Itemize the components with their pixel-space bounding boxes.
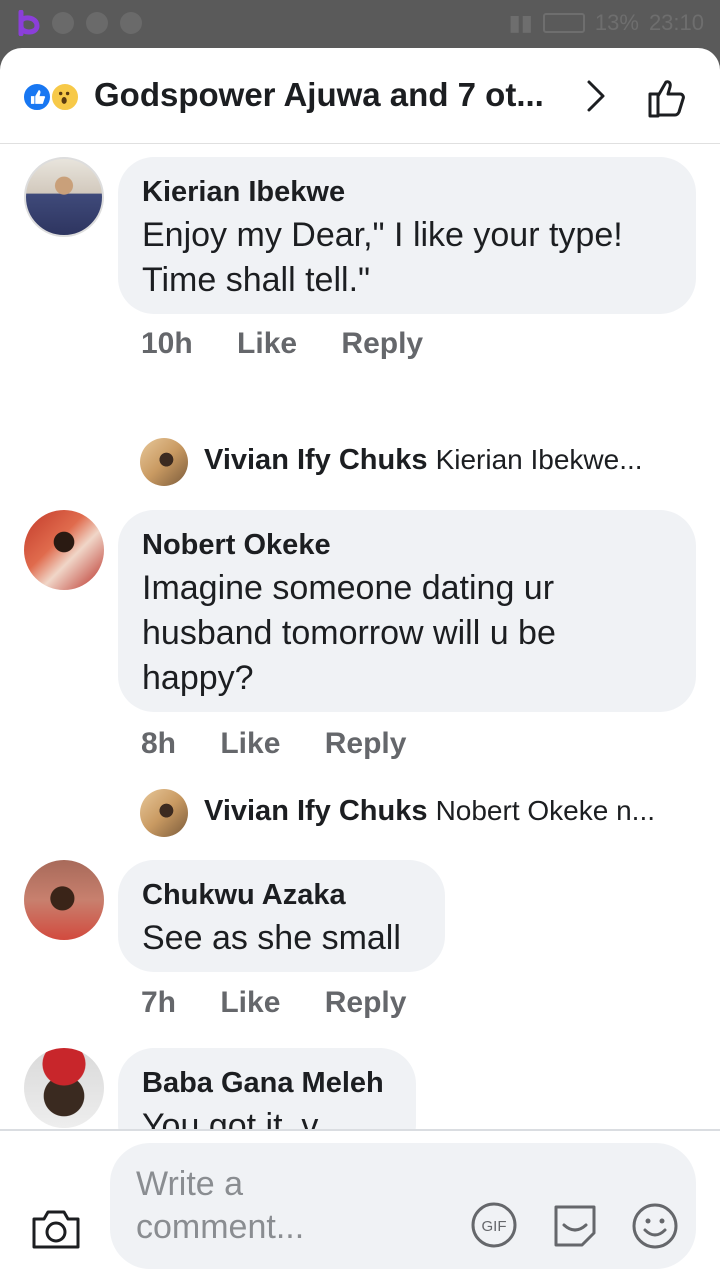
comment-author[interactable]: Chukwu Azaka	[142, 878, 421, 912]
notification-icons	[52, 12, 142, 34]
thumbs-up-icon[interactable]	[644, 74, 692, 122]
messenger-icon	[52, 12, 74, 34]
reply-preview[interactable]: Vivian Ify Chuks Nobert Okeke n...	[204, 795, 655, 828]
comments-sheet: Godspower Ajuwa and 7 ot... Kierian Ibek…	[0, 48, 720, 1280]
sheet-header: Godspower Ajuwa and 7 ot...	[0, 48, 720, 144]
comment-time: 7h	[141, 986, 177, 1019]
emoji-icon[interactable]	[630, 1201, 680, 1251]
reply-text: Nobert Okeke n...	[435, 795, 655, 826]
app-logo-icon	[18, 10, 40, 36]
avatar[interactable]	[24, 1048, 104, 1128]
avatar[interactable]	[24, 510, 104, 590]
comment-author[interactable]: Kierian Ibekwe	[142, 175, 672, 209]
comment-text: You got it ,v	[142, 1107, 319, 1129]
reply-link[interactable]: Reply	[325, 727, 407, 760]
like-link[interactable]: Like	[237, 327, 297, 360]
reply-avatar[interactable]	[140, 789, 188, 837]
like-reaction-icon	[22, 82, 52, 112]
reply-link[interactable]: Reply	[341, 327, 423, 360]
comment-bubble[interactable]: Chukwu Azaka See as she small	[118, 860, 445, 972]
gif-icon[interactable]: GIF	[470, 1201, 518, 1249]
reply-author: Vivian Ify Chuks	[204, 444, 428, 476]
comment-meta: 7h Like Reply	[141, 986, 406, 1020]
reaction-summary[interactable]	[22, 82, 92, 112]
comment-meta: 8h Like Reply	[141, 727, 406, 761]
youtube-icon	[86, 12, 108, 34]
comment-list: Kierian Ibekwe Enjoy my Dear," I like yo…	[0, 144, 720, 1129]
comment-author[interactable]: Baba Gana Meleh	[142, 1066, 392, 1100]
wow-reaction-icon	[50, 82, 80, 112]
status-right: ▮▮ 13% 23:10	[509, 10, 704, 36]
comment-time: 8h	[141, 727, 177, 760]
comment-bubble[interactable]: Nobert Okeke Imagine someone dating ur h…	[118, 510, 696, 712]
like-link[interactable]: Like	[220, 727, 280, 760]
comment-text: Imagine someone dating ur husband tomorr…	[142, 569, 556, 697]
gallery-icon	[120, 12, 142, 34]
comment-bubble[interactable]: Kierian Ibekwe Enjoy my Dear," I like yo…	[118, 157, 696, 314]
clock: 23:10	[648, 10, 704, 35]
reply-link[interactable]: Reply	[325, 986, 407, 1019]
comment-bubble[interactable]: Baba Gana Meleh You got it ,v	[118, 1048, 416, 1129]
svg-text:GIF: GIF	[482, 1218, 507, 1235]
status-bar: ▮▮ 13% 23:10	[0, 0, 720, 48]
comment-placeholder: Write a comment...	[136, 1165, 305, 1246]
sticker-icon[interactable]	[550, 1201, 600, 1251]
battery-percent: 13%	[594, 10, 639, 35]
battery-icon	[542, 13, 585, 33]
comment-time: 10h	[141, 327, 193, 360]
comment-author[interactable]: Nobert Okeke	[142, 528, 672, 562]
chevron-right-icon[interactable]	[584, 78, 610, 114]
reply-preview[interactable]: Vivian Ify Chuks Kierian Ibekwe...	[204, 444, 643, 477]
comment-composer: Write a comment... GIF	[0, 1129, 720, 1280]
reactors-title[interactable]: Godspower Ajuwa and 7 ot...	[94, 76, 544, 114]
signal-icon: ▮▮	[508, 10, 533, 35]
reply-avatar[interactable]	[140, 438, 188, 486]
reply-author: Vivian Ify Chuks	[204, 795, 428, 827]
avatar[interactable]	[24, 157, 104, 237]
avatar[interactable]	[24, 860, 104, 940]
comment-input[interactable]: Write a comment... GIF	[110, 1143, 696, 1269]
comment-text: Enjoy my Dear," I like your type! Time s…	[142, 216, 623, 299]
like-link[interactable]: Like	[220, 986, 280, 1019]
comment-meta: 10h Like Reply	[141, 327, 423, 361]
comment-text: See as she small	[142, 919, 401, 957]
camera-icon[interactable]	[30, 1207, 82, 1251]
reply-text: Kierian Ibekwe...	[435, 444, 643, 475]
